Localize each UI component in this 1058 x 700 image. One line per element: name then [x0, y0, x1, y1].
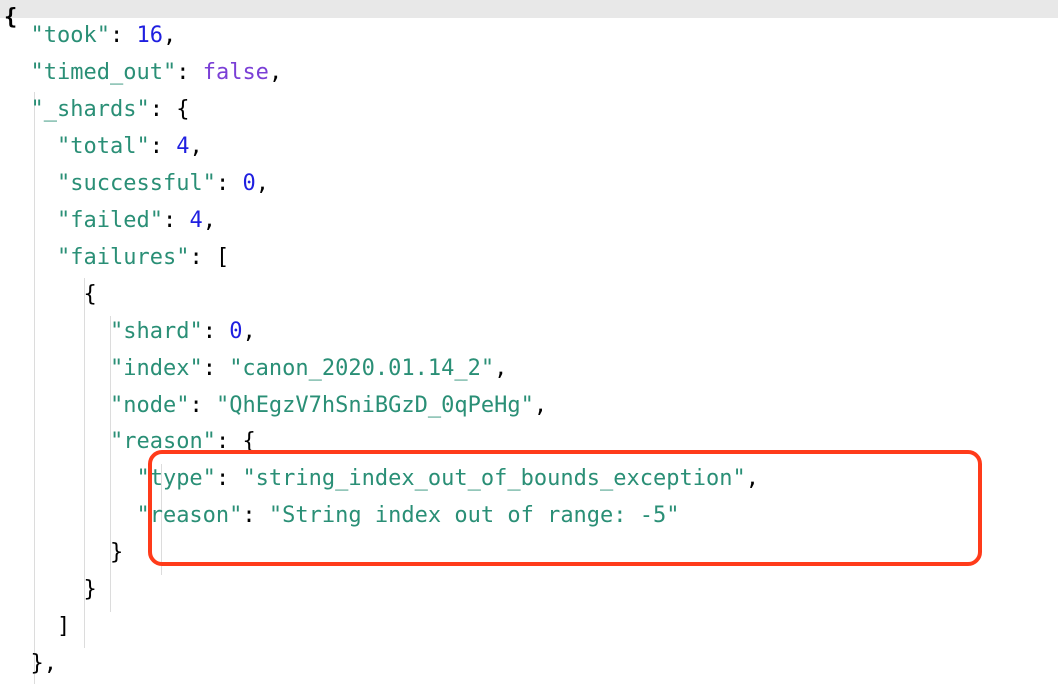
top-brace-bar: {: [0, 0, 1058, 18]
key-took: "took": [31, 23, 110, 48]
value-timed-out: false: [203, 60, 269, 85]
value-took: 16: [136, 23, 163, 48]
key-shards: "_shards": [31, 97, 150, 122]
code-line: "failed": 4,: [4, 203, 1058, 240]
code-line: {: [4, 277, 1058, 314]
code-block: "took": 16, "timed_out": false, "_shards…: [0, 18, 1058, 683]
key-failed: "failed": [57, 208, 163, 233]
value-reason-inner: "String index out of range: -5": [269, 503, 680, 528]
code-line: "_shards": {: [4, 92, 1058, 129]
code-line: "index": "canon_2020.01.14_2",: [4, 351, 1058, 388]
code-line: "total": 4,: [4, 129, 1058, 166]
key-failures: "failures": [57, 245, 189, 270]
code-line: "successful": 0,: [4, 166, 1058, 203]
code-line: }: [4, 572, 1058, 609]
code-line: "timed_out": false,: [4, 55, 1058, 92]
key-node: "node": [110, 393, 189, 418]
key-reason: "reason": [110, 429, 216, 454]
key-reason-inner: "reason": [136, 503, 242, 528]
key-shard: "shard": [110, 319, 203, 344]
code-line: ]: [4, 609, 1058, 646]
key-index: "index": [110, 356, 203, 381]
code-line: "reason": "String index out of range: -5…: [4, 498, 1058, 535]
value-node: "QhEgzV7hSniBGzD_0qPeHg": [216, 393, 534, 418]
code-line: "type": "string_index_out_of_bounds_exce…: [4, 461, 1058, 498]
value-failed: 4: [189, 208, 202, 233]
value-index: "canon_2020.01.14_2": [229, 356, 494, 381]
value-type: "string_index_out_of_bounds_exception": [242, 466, 745, 491]
key-successful: "successful": [57, 171, 216, 196]
code-line: },: [4, 646, 1058, 683]
code-line: }: [4, 535, 1058, 572]
value-successful: 0: [242, 171, 255, 196]
key-timed-out: "timed_out": [31, 60, 177, 85]
value-total: 4: [176, 134, 189, 159]
code-line: "took": 16,: [4, 18, 1058, 55]
value-shard: 0: [229, 319, 242, 344]
code-line: "node": "QhEgzV7hSniBGzD_0qPeHg",: [4, 388, 1058, 425]
key-type: "type": [136, 466, 215, 491]
code-line: "failures": [: [4, 240, 1058, 277]
key-total: "total": [57, 134, 150, 159]
code-line: "shard": 0,: [4, 314, 1058, 351]
code-line: "reason": {: [4, 424, 1058, 461]
